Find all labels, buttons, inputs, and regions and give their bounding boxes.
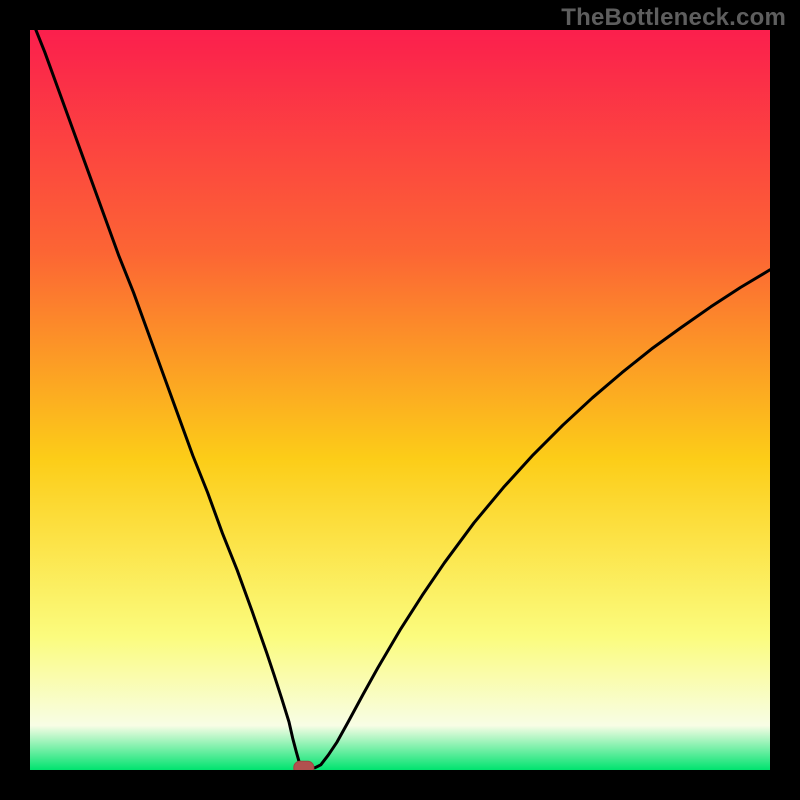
chart-frame: TheBottleneck.com bbox=[0, 0, 800, 800]
chart-svg bbox=[30, 30, 770, 770]
minimum-marker bbox=[294, 761, 314, 770]
gradient-background bbox=[30, 30, 770, 770]
chart-plot bbox=[30, 30, 770, 770]
watermark-text: TheBottleneck.com bbox=[561, 4, 786, 32]
